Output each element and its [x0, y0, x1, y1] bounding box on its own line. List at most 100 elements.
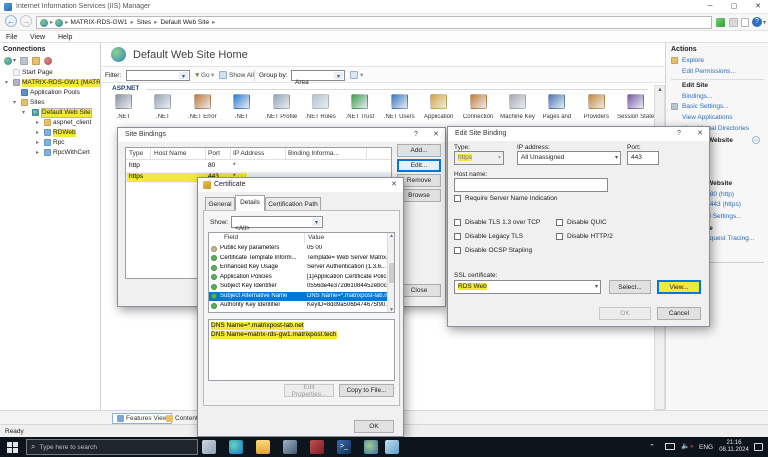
edit-button[interactable]: Edit... — [397, 159, 441, 172]
feature--net[interactable]: .NET — [104, 92, 143, 128]
actions-item-edit-permissions-[interactable]: Edit Permissions... — [666, 67, 768, 77]
back-button[interactable]: ← — [5, 15, 17, 27]
cert-field-row-certificate-template-inform-[interactable]: Certificate Template Inform... Template= … — [209, 254, 389, 264]
action-center-icon[interactable] — [754, 443, 763, 451]
feature--net-roles[interactable]: .NET Roles — [301, 92, 340, 128]
certificate-detail-box[interactable]: DNS Name=*.matrixpost-lab.net DNS Name=ma… — [208, 319, 395, 381]
tab-certification-path[interactable]: Certification Path — [265, 197, 321, 211]
page-icon[interactable] — [741, 18, 749, 27]
tree-expander-icon[interactable]: ▾ — [13, 99, 16, 106]
mmc-icon[interactable] — [385, 440, 399, 454]
actions-item-bindings-[interactable]: Bindings... — [666, 92, 768, 102]
disable-tls-1-3-over-tcp-checkbox[interactable] — [454, 219, 461, 226]
disable-legacy-tls-checkbox[interactable] — [454, 233, 461, 240]
save-icon[interactable] — [20, 57, 28, 65]
tree-expander-icon[interactable]: ▸ — [36, 129, 39, 136]
chevron-down-icon[interactable]: ▾ — [179, 72, 188, 80]
feature-providers[interactable]: Providers — [577, 92, 616, 128]
close-icon[interactable]: ✕ — [385, 178, 403, 192]
chevron-down-icon[interactable]: ▾ — [312, 218, 321, 226]
tree-expander-icon[interactable]: ▾ — [22, 109, 25, 116]
tree-item-matrix-rds-gw1-matrixpo[interactable]: ▾ MATRIX-RDS-GW1 (MATRIXPO — [0, 78, 100, 88]
cancel-button[interactable]: Cancel — [657, 307, 701, 320]
server-manager-icon[interactable] — [283, 440, 297, 454]
cert-field-row-public-key-parameters[interactable]: Public key parameters 05 00 — [209, 244, 389, 254]
edge-icon[interactable] — [229, 440, 243, 454]
show-all-icon[interactable] — [219, 71, 227, 79]
file-explorer-icon[interactable] — [256, 440, 270, 454]
refresh-icon[interactable] — [716, 18, 725, 27]
actions-item-basic-settings-[interactable]: Basic Settings... — [666, 102, 768, 112]
tree-item-sites[interactable]: ▾ Sites — [0, 98, 100, 108]
feature--net-trust[interactable]: .NET Trust — [340, 92, 379, 128]
feature-application[interactable]: Application — [419, 92, 458, 128]
help-dropdown-icon[interactable]: ▾ — [763, 20, 766, 27]
view-button[interactable]: View... — [657, 280, 701, 294]
volume-muted-icon[interactable]: 🔈✕ — [681, 443, 694, 451]
cert-field-row-crl-distribution-points[interactable]: CRL Distribution Points[1]CRL Distributi… — [209, 311, 389, 313]
cert-field-row-application-policies[interactable]: Application Policies [1]Application Certi… — [209, 273, 389, 283]
ok-button[interactable]: OK — [599, 307, 651, 320]
group-by-select[interactable]: Area ▾ — [291, 70, 345, 86]
minimize-button[interactable]: ─ — [702, 0, 718, 13]
cert-field-row-enhanced-key-usage[interactable]: Enhanced Key Usage Server Authentication … — [209, 263, 389, 273]
crumb-server[interactable]: MATRIX-RDS-GW1 — [71, 19, 128, 27]
menu-help[interactable]: Help — [58, 33, 72, 42]
tree-item-application-pools[interactable]: Application Pools — [0, 88, 100, 98]
tab-general[interactable]: General — [205, 197, 235, 211]
list-vscrollbar[interactable]: ▲ ▼ — [387, 233, 394, 312]
feature-machine-key[interactable]: Machine Key — [498, 92, 537, 128]
actions-item-view-applications[interactable]: View Applications — [666, 113, 768, 123]
feature-connection[interactable]: Connection — [459, 92, 498, 128]
actions-item-explore[interactable]: Explore — [666, 56, 768, 66]
up-icon[interactable] — [32, 57, 40, 65]
disable-quic-checkbox[interactable] — [556, 219, 563, 226]
scroll-up-icon[interactable]: ▲ — [389, 233, 394, 239]
powershell-icon[interactable]: >_ — [337, 440, 351, 454]
close-button[interactable]: ✕ — [750, 0, 766, 13]
connect-dropdown-icon[interactable]: ▾ — [13, 58, 16, 65]
view-mode-dropdown-icon[interactable]: ▾ — [360, 72, 363, 80]
forward-button[interactable]: → — [20, 15, 32, 27]
help-icon[interactable]: ? — [407, 128, 425, 142]
stop-icon[interactable] — [729, 18, 738, 27]
select-button[interactable]: Select... — [609, 280, 651, 294]
disable-ocsp-stapling-checkbox[interactable] — [454, 247, 461, 254]
connect-server-icon[interactable] — [4, 57, 12, 65]
help-icon[interactable]: ? — [752, 17, 762, 27]
feature--net-users[interactable]: .NET Users — [380, 92, 419, 128]
disable-http-2-checkbox[interactable] — [556, 233, 563, 240]
app-red-icon[interactable] — [310, 440, 324, 454]
tree-expander-icon[interactable]: ▸ — [36, 149, 39, 156]
delete-connection-icon[interactable] — [44, 57, 52, 65]
show-select[interactable]: <All> ▾ — [231, 216, 323, 232]
feature--net[interactable]: .NET — [143, 92, 182, 128]
go-button[interactable]: Go — [201, 72, 210, 80]
filter-input[interactable]: ▾ — [126, 70, 190, 81]
feature--net[interactable]: .NET — [222, 92, 261, 128]
filter-go-icon[interactable]: ▼ — [194, 72, 200, 80]
menu-file[interactable]: File — [6, 33, 17, 42]
cert-field-row-authority-key-identifier[interactable]: Authority Key Identifier KeyID=8dd9a506b4… — [209, 301, 389, 311]
language-indicator[interactable]: ENG — [699, 444, 713, 451]
tree-item-default-web-site[interactable]: ▾ Default Web Site — [0, 108, 100, 118]
breadcrumb[interactable]: ▸ ▸ MATRIX-RDS-GW1 ▸ Sites ▸ Default Web… — [36, 16, 712, 29]
task-view-icon[interactable] — [202, 440, 216, 454]
scroll-down-icon[interactable]: ▼ — [389, 307, 394, 312]
chevron-down-icon[interactable]: ▾ — [334, 72, 343, 80]
tree-expander-icon[interactable]: ▸ — [36, 139, 39, 146]
binding-row-http[interactable]: http 80 * — [126, 161, 391, 172]
cert-field-row-subject-alternative-name[interactable]: Subject Alternative Name DNS Name=*.matri… — [209, 291, 389, 301]
tree-item-aspnet-client[interactable]: ▸ aspnet_client — [0, 118, 100, 128]
collapse-icon[interactable]: ︿ — [752, 136, 760, 144]
tab-details[interactable]: Details — [235, 195, 265, 211]
tree-item-start-page[interactable]: Start Page — [0, 68, 100, 78]
feature-pages-and[interactable]: Pages and — [537, 92, 576, 128]
tree-expander-icon[interactable]: ▸ — [36, 119, 39, 126]
view-mode-icon[interactable] — [350, 71, 358, 79]
tree-expander-icon[interactable]: ▾ — [5, 79, 8, 86]
edit-properties-button[interactable]: Edit Properties... — [284, 384, 334, 398]
close-icon[interactable]: ✕ — [427, 128, 445, 142]
cert-field-row-subject-key-identifier[interactable]: Subject Key Identifier 0556de4e372d610844… — [209, 282, 389, 292]
show-all-button[interactable]: Show All — [229, 72, 254, 80]
